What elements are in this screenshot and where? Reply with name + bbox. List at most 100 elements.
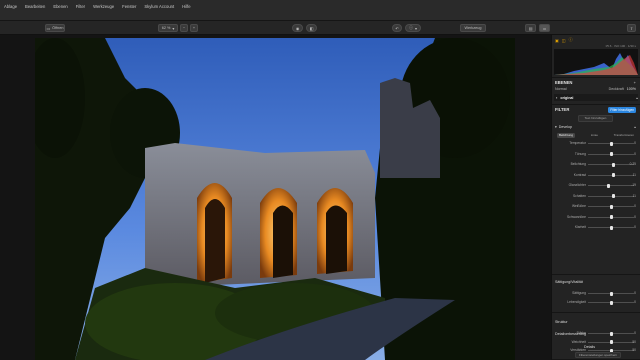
slider-value[interactable]: 0: [634, 215, 636, 219]
add-filter-button[interactable]: Filter hinzufügen: [608, 106, 636, 113]
slider-value[interactable]: 0: [634, 152, 636, 156]
slider-value[interactable]: 11: [633, 194, 636, 198]
slider-label: Temperatur: [569, 141, 586, 145]
slider-value[interactable]: 0: [634, 331, 636, 335]
slider-knob[interactable]: [609, 141, 613, 146]
minus-icon: −: [182, 26, 186, 30]
panel-toggle-button[interactable]: ▤: [525, 24, 536, 32]
slider-lebendigkeit[interactable]: Lebendigkeit 0: [555, 300, 636, 305]
open-button[interactable]: ▭ Öffnen: [45, 24, 65, 32]
slider-track[interactable]: [588, 141, 634, 146]
slider-value[interactable]: 0: [634, 291, 636, 295]
slider-track[interactable]: [588, 300, 634, 305]
tool-button[interactable]: Werkzeug: [460, 24, 486, 32]
slider-temperatur[interactable]: Temperatur 0: [555, 141, 636, 146]
tab-linse[interactable]: Linse: [591, 133, 598, 137]
layer-row[interactable]: ▪ original 🔒︎: [554, 94, 638, 101]
slider-tönung[interactable]: Tönung 0: [555, 152, 636, 157]
slider-weißtöne[interactable]: Weißtöne 0: [555, 204, 636, 209]
zoom-in-button[interactable]: +: [190, 24, 198, 32]
slider-track[interactable]: [588, 215, 634, 219]
lock-icon[interactable]: 🔒︎: [634, 125, 636, 129]
slider-value[interactable]: 0: [634, 204, 636, 208]
tab-transformieren[interactable]: Transformieren: [614, 133, 634, 137]
slider-sättigung[interactable]: Sättigung 0: [555, 291, 636, 296]
slider-track[interactable]: [588, 204, 634, 209]
chevron-down-icon[interactable]: ▾: [555, 125, 557, 129]
compare-button[interactable]: ◧: [306, 24, 317, 32]
menu-werkzeuge[interactable]: Werkzeuge: [93, 4, 114, 9]
slider-value[interactable]: 0: [634, 141, 636, 145]
share-button[interactable]: ⇪: [627, 24, 636, 32]
slider-track[interactable]: [588, 162, 634, 167]
histogram-info: f/5.6 · ISO 100 · 1/30 s: [605, 44, 636, 48]
menu-hilfe[interactable]: Hilfe: [182, 4, 190, 9]
slider-knob[interactable]: [609, 331, 613, 336]
slider-schwarztöne[interactable]: Schwarztöne 0: [555, 215, 636, 220]
slider-knob[interactable]: [607, 183, 611, 188]
menu-filter[interactable]: Filter: [76, 4, 85, 9]
lock-icon[interactable]: 🔒︎: [636, 96, 638, 100]
slider-kontrast[interactable]: Kontrast 11: [555, 173, 636, 178]
slider-belichtung[interactable]: Belichtung 0.25: [555, 162, 636, 167]
slider-track[interactable]: [588, 152, 634, 156]
menu-bearbeiten[interactable]: Bearbeiten: [25, 4, 45, 9]
slider-value[interactable]: 0.25: [630, 162, 636, 166]
slider-glanzlichter[interactable]: Glanzlichter -19: [555, 183, 636, 188]
menu-ebenen[interactable]: Ebenen: [53, 4, 67, 9]
slider-knob[interactable]: [609, 215, 613, 219]
slider-track[interactable]: [588, 225, 634, 230]
slider-knob[interactable]: [609, 204, 613, 209]
slider-knob[interactable]: [609, 300, 613, 305]
slider-value[interactable]: 50: [632, 340, 636, 344]
layers-icon[interactable]: ◫: [562, 38, 566, 43]
tab-belichtung[interactable]: Belichtung: [557, 132, 576, 138]
slider-track[interactable]: [588, 291, 634, 296]
menu-skylum-account[interactable]: Skylum Account: [144, 4, 174, 9]
opacity-value[interactable]: 100%: [627, 87, 636, 91]
slider-value[interactable]: 50: [632, 348, 636, 352]
layers-header: EBENEN: [555, 79, 573, 85]
slider-track[interactable]: [588, 331, 634, 336]
details-label: Details: [584, 345, 595, 349]
slider-schatten[interactable]: Schatten 11: [555, 194, 636, 199]
slider-knob[interactable]: [612, 173, 616, 177]
preview-button[interactable]: ◉: [292, 24, 303, 32]
info-icon[interactable]: ⓘ: [569, 37, 573, 43]
menu-fenster[interactable]: Fenster: [122, 4, 136, 9]
slider-value[interactable]: 0: [634, 225, 636, 229]
filters-toggle-button[interactable]: ⚌: [539, 24, 550, 32]
histogram-icon[interactable]: ▣: [555, 38, 559, 43]
menu-ablage[interactable]: Ablage: [4, 4, 17, 9]
slider-knob[interactable]: [609, 340, 613, 344]
slider-track[interactable]: [588, 173, 634, 177]
slider-knob[interactable]: [609, 152, 613, 156]
slider-track[interactable]: [588, 340, 634, 344]
share-icon: ⇪: [629, 26, 634, 31]
slider-knob[interactable]: [609, 225, 613, 230]
preset-button[interactable]: Text hinzufügen: [577, 114, 614, 122]
slider-track[interactable]: [588, 183, 634, 188]
slider-value[interactable]: 0: [634, 300, 636, 304]
slider-value[interactable]: -19: [631, 183, 636, 187]
slider-knob[interactable]: [609, 291, 613, 296]
slider-track[interactable]: [588, 194, 634, 198]
slider-label: Kontrast: [573, 172, 586, 177]
save-filter-settings-button[interactable]: Filtereinstellungen speichern: [575, 352, 622, 358]
slider-value[interactable]: 11: [633, 173, 636, 177]
blend-mode-select[interactable]: Normal: [555, 87, 567, 91]
slider-weichheit[interactable]: Weichheit 50: [555, 340, 636, 345]
folder-icon: ▭: [46, 26, 51, 31]
info-button[interactable]: ⓘ ▾: [405, 24, 421, 32]
slider-klarheit[interactable]: Klarheit 0: [555, 225, 636, 230]
zoom-dropdown[interactable]: 62 % ▾: [158, 24, 178, 32]
slider-knob[interactable]: [611, 162, 615, 167]
undo-button[interactable]: ↶: [392, 24, 402, 32]
opacity-label: Deckkraft: [608, 87, 624, 91]
saturation-header: Sättigung/Vitalität: [555, 280, 583, 284]
add-layer-icon[interactable]: +: [634, 80, 636, 85]
slider-track[interactable]: [588, 348, 634, 353]
zoom-out-button[interactable]: −: [180, 24, 188, 32]
slider-knob[interactable]: [612, 194, 616, 198]
image-canvas[interactable]: [0, 35, 551, 360]
